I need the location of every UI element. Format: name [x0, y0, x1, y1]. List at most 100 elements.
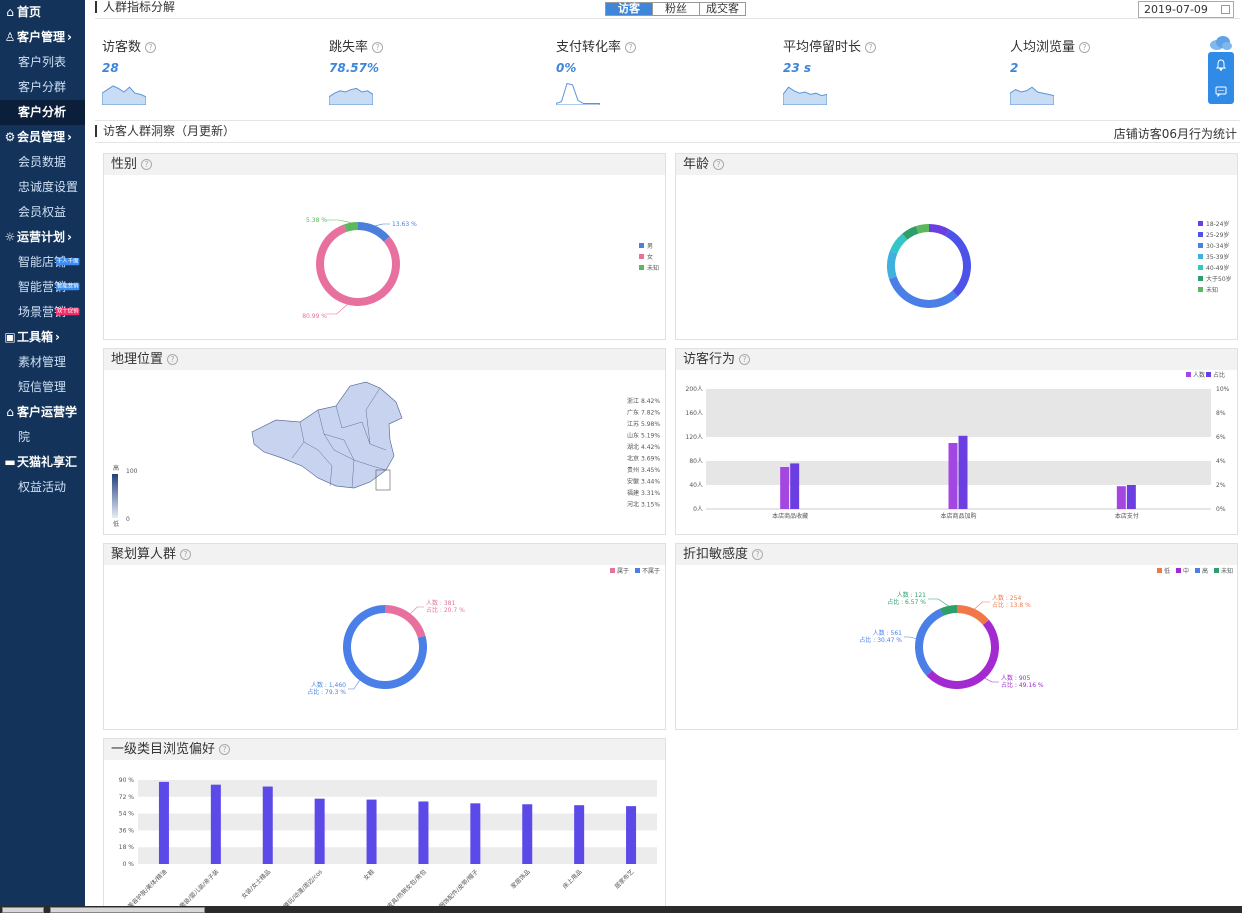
bell-icon[interactable]: [1208, 52, 1234, 78]
help-icon[interactable]: ?: [219, 744, 231, 755]
region-name: 湖北: [627, 443, 639, 451]
sidebar-item-12[interactable]: 智能营销 智能营销: [0, 275, 85, 300]
bar[interactable]: [522, 804, 533, 864]
pie-leader-line: [928, 598, 949, 607]
x-tick-label: 女鞋: [362, 868, 376, 882]
bar[interactable]: [158, 781, 169, 864]
sidebar-item-17[interactable]: ⌂ 客户运营学: [0, 400, 85, 425]
pie-label: 占比 : 6.57 %: [887, 598, 926, 606]
metric-card: 支付转化率? 0%: [556, 36, 736, 105]
help-icon[interactable]: ?: [752, 549, 764, 560]
sidebar-item-8[interactable]: 忠诚度设置: [0, 175, 85, 200]
legend-label: 低: [1164, 567, 1170, 575]
bar[interactable]: [1116, 486, 1126, 509]
message-icon[interactable]: [1208, 78, 1234, 104]
help-icon[interactable]: ?: [713, 159, 725, 170]
metric-card: 跳失率? 78.57%: [329, 36, 509, 105]
bar[interactable]: [790, 463, 800, 509]
bar[interactable]: [366, 799, 377, 864]
tab-2[interactable]: 粉丝: [653, 3, 700, 15]
sidebar-item-13[interactable]: 场景营销 双十促销: [0, 300, 85, 325]
tab-3[interactable]: 成交客: [700, 3, 745, 15]
taskbar-window-button[interactable]: [50, 907, 205, 913]
y-tick-label: 40人: [689, 482, 703, 489]
x-tick-label: 模玩/动漫/周边/cos: [282, 868, 325, 906]
legend-label: 男: [647, 243, 653, 250]
sidebar-item-label: 会员数据: [18, 155, 67, 169]
help-icon[interactable]: ?: [1079, 42, 1091, 53]
y-tick-label: 36 %: [119, 827, 135, 834]
bar[interactable]: [262, 786, 273, 864]
sparkline: [783, 86, 827, 105]
sidebar-item-7[interactable]: 会员数据: [0, 150, 85, 175]
bar[interactable]: [470, 803, 481, 864]
sidebar-item-14[interactable]: ▣工具箱 ›: [0, 325, 85, 350]
sidebar-item-3[interactable]: 客户列表: [0, 50, 85, 75]
pie-slice-4[interactable]: [887, 250, 898, 279]
metric-name: 跳失率?: [329, 36, 509, 55]
bar[interactable]: [958, 435, 968, 509]
pie-slice-1[interactable]: [358, 222, 390, 242]
scale-high-label: 高: [113, 464, 119, 472]
bar[interactable]: [780, 467, 790, 509]
tab-1[interactable]: 访客: [606, 3, 653, 15]
sidebar-item-4[interactable]: 客户分群: [0, 75, 85, 100]
pie-slice-1[interactable]: [385, 605, 426, 638]
sidebar-item-19[interactable]: ▬天猫礼享汇: [0, 450, 85, 475]
bar[interactable]: [418, 801, 429, 864]
y-tick-label: 90 %: [119, 777, 135, 784]
bar[interactable]: [210, 784, 221, 864]
legend-swatch: [1198, 232, 1203, 237]
sidebar-item-20[interactable]: 权益活动: [0, 475, 85, 500]
pie-slice-2[interactable]: [945, 229, 971, 297]
sidebar-item-15[interactable]: 素材管理: [0, 350, 85, 375]
help-icon[interactable]: ?: [141, 159, 153, 170]
region-name: 安徽: [627, 478, 639, 486]
calendar-icon[interactable]: [1221, 5, 1230, 14]
help-icon[interactable]: ?: [739, 354, 751, 365]
pie-slice-2[interactable]: [926, 619, 999, 689]
sidebar-item-16[interactable]: 短信管理: [0, 375, 85, 400]
bar[interactable]: [314, 798, 325, 864]
sidebar-item-5[interactable]: 客户分析: [0, 100, 85, 125]
pie-leader-line: [974, 601, 990, 610]
bar[interactable]: [948, 443, 958, 509]
sidebar-item-6[interactable]: ⚙ 会员管理 ›: [0, 125, 85, 150]
sidebar-item-label: 短信管理: [18, 380, 67, 394]
panel-title-juhuasuan: 聚划算人群?: [104, 544, 665, 565]
date-picker[interactable]: 2019-07-09: [1138, 1, 1234, 18]
chevron-right-icon: ›: [55, 330, 60, 344]
pie-slice-1[interactable]: [957, 605, 990, 625]
bar[interactable]: [626, 806, 637, 864]
pie-slice-3[interactable]: [889, 276, 958, 308]
help-icon[interactable]: ?: [865, 42, 877, 53]
sidebar-item-9[interactable]: 会员权益: [0, 200, 85, 225]
pie-slice-3[interactable]: [915, 608, 944, 676]
pie-leader-line: [410, 606, 424, 614]
help-icon[interactable]: ?: [372, 42, 384, 53]
sidebar-item-2[interactable]: ♙ 客户管理 ›: [0, 25, 85, 50]
color-scale: [112, 474, 118, 518]
sidebar-item-1[interactable]: ⌂ 首页: [0, 0, 85, 25]
sidebar-item-11[interactable]: 智能店铺 千人千面: [0, 250, 85, 275]
help-icon[interactable]: ?: [167, 354, 179, 365]
sidebar-item-10[interactable]: ☼ 运营计划 ›: [0, 225, 85, 250]
bar[interactable]: [574, 805, 585, 864]
y-tick-label: 54 %: [119, 811, 135, 818]
x-tick-label: 床上用品: [561, 868, 584, 891]
taskbar-start-button[interactable]: [2, 907, 44, 913]
legend-label: 18-24岁: [1206, 220, 1229, 228]
bar[interactable]: [1126, 485, 1136, 509]
help-icon[interactable]: ?: [145, 42, 157, 53]
help-icon[interactable]: ?: [625, 42, 637, 53]
pie-slice-1[interactable]: [929, 224, 950, 237]
pie-label: 占比 : 79.3 %: [307, 688, 346, 696]
help-icon[interactable]: ?: [180, 549, 192, 560]
sidebar-item-label: 客户列表: [18, 55, 67, 69]
pie-label: 人数 : 1,460: [311, 681, 346, 689]
legend-label: 人数: [1193, 371, 1205, 379]
pie-slice-4[interactable]: [940, 605, 957, 616]
sidebar-item-18[interactable]: 院: [0, 425, 85, 450]
metric-name: 平均停留时长?: [783, 36, 963, 55]
legend-swatch: [1195, 568, 1200, 573]
